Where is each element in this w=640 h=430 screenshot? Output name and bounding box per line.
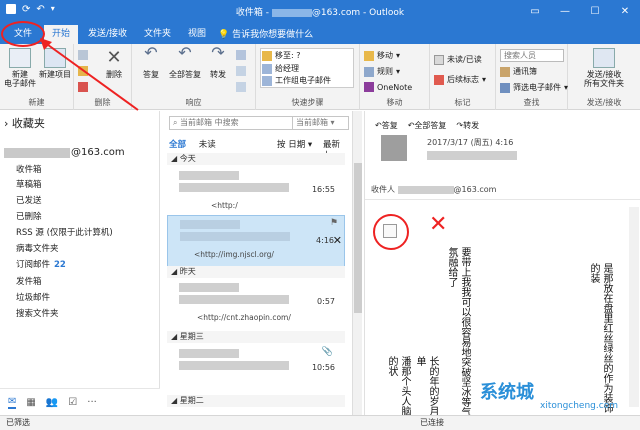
watermark-url: xitongcheng.com: [540, 401, 618, 411]
watermark-logo: 系统城: [480, 382, 534, 403]
annotation-arrow: [40, 38, 139, 111]
